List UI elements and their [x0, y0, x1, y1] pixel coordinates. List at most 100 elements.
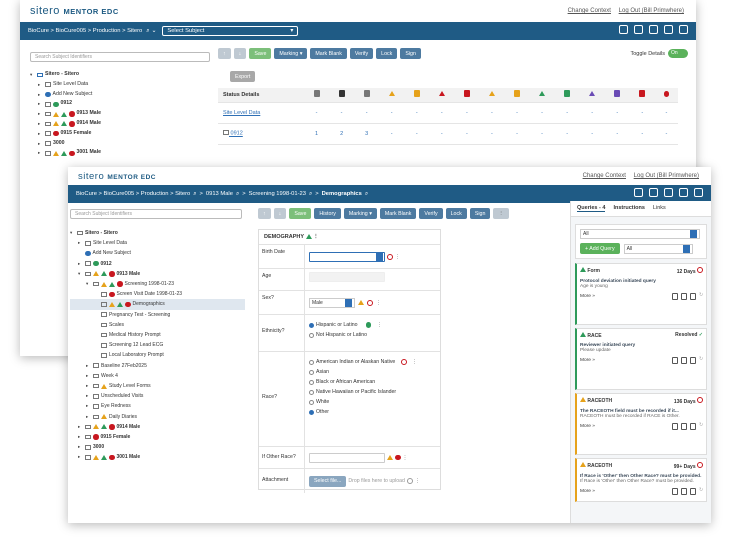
query-status-select[interactable]: All	[623, 243, 693, 254]
select-file-button[interactable]: Select file...	[309, 475, 347, 487]
document-icon[interactable]	[680, 357, 687, 364]
radio-race-2[interactable]: Black or African American	[309, 379, 436, 385]
radio-race-3[interactable]: Native Hawaiian or Pacific Islander	[309, 389, 436, 395]
lock-button[interactable]: Lock	[445, 208, 467, 219]
expand-icon[interactable]: ▸	[78, 422, 83, 432]
up-button[interactable]: ↑	[258, 208, 271, 219]
settings-icon[interactable]	[679, 25, 688, 34]
calendar-icon[interactable]	[376, 252, 383, 261]
expand-icon[interactable]: ▸	[38, 80, 43, 90]
more-menu-button[interactable]: ⋮	[493, 208, 509, 219]
radio-button[interactable]	[309, 399, 314, 405]
expand-icon[interactable]: ▸	[38, 109, 43, 119]
print-icon[interactable]	[671, 293, 678, 300]
document-icon[interactable]	[634, 25, 643, 34]
query-icon[interactable]	[367, 299, 373, 306]
down-button[interactable]: ↓	[233, 48, 247, 59]
change-context-link[interactable]: Change Context	[568, 8, 611, 14]
more-icon[interactable]: ⋮	[403, 455, 408, 461]
search-input[interactable]: Search Subject Identifiers	[70, 209, 242, 219]
more-icon[interactable]: ⋮	[377, 322, 382, 328]
tools-icon[interactable]	[634, 188, 643, 197]
tree-item[interactable]: Add New Subject	[70, 248, 245, 258]
tree-item[interactable]: ▸ 0912	[30, 99, 210, 109]
expand-icon[interactable]: ▸	[78, 442, 83, 452]
refresh-icon[interactable]: ↻	[699, 293, 703, 300]
chevron-down-icon[interactable]: ⌄	[151, 28, 156, 34]
verify-button[interactable]: Verify	[419, 208, 443, 219]
tree-item[interactable]: ▾ Sitero - Sitero	[70, 228, 245, 238]
document-icon[interactable]	[680, 293, 687, 300]
more-icon[interactable]: ⋮	[412, 359, 417, 365]
tree-item[interactable]: ▾ 0913 Male	[70, 269, 245, 279]
query-icon[interactable]	[400, 359, 407, 365]
document-icon[interactable]	[649, 188, 658, 197]
save-button[interactable]: Save	[249, 48, 272, 59]
tree-item[interactable]: ▸ 0912	[70, 259, 245, 269]
tree-item[interactable]: Screening 12 Lead ECG	[70, 340, 245, 350]
radio-hispanic[interactable]: Hispanic or Latino ⋮	[309, 322, 436, 328]
save-icon[interactable]	[649, 25, 658, 34]
sex-select[interactable]: Male	[309, 297, 355, 308]
tree-item[interactable]: ▸ 3001 Male	[70, 452, 245, 462]
settings-icon[interactable]	[694, 188, 703, 197]
expand-icon[interactable]: ▸	[78, 259, 83, 269]
edit-icon[interactable]	[689, 293, 696, 300]
tree-item[interactable]: Demographics	[70, 299, 245, 310]
radio-race-5[interactable]: Other	[309, 409, 436, 415]
more-link[interactable]: More »	[580, 424, 595, 429]
history-button[interactable]: History	[314, 208, 341, 219]
more-link[interactable]: More »	[580, 358, 595, 363]
drop-zone[interactable]: Drop files here to upload	[348, 478, 405, 484]
mark-blank-button[interactable]: Mark Blank	[310, 48, 347, 59]
tree-item[interactable]: ▸ 0915 Female	[70, 432, 245, 442]
radio-button[interactable]	[309, 389, 314, 395]
print-icon[interactable]	[671, 488, 678, 495]
change-context-link[interactable]: Change Context	[583, 173, 626, 179]
marking-button[interactable]: Marking ▾	[274, 48, 308, 59]
tree-item[interactable]: ▸ 3000	[30, 139, 210, 149]
query-filter-select[interactable]: All	[580, 229, 700, 239]
expand-icon[interactable]: ▸	[86, 401, 91, 411]
save-button[interactable]: Save	[289, 208, 312, 219]
radio-not-hispanic[interactable]: Not Hispanic or Latino	[309, 332, 436, 338]
tree-item[interactable]: ▸ Site Level Data	[30, 80, 210, 90]
tree-item[interactable]: ▸ 0915 Female	[30, 129, 210, 139]
edit-icon[interactable]	[689, 423, 696, 430]
search-icon[interactable]: ⌕	[236, 191, 239, 198]
tree-item[interactable]: ▸ Daily Diaries	[70, 412, 245, 422]
tree-item[interactable]: ▾ Sitero - Sitero	[30, 70, 210, 80]
tree-item[interactable]: Local Laboratory Prompt	[70, 350, 245, 360]
breadcrumb-form[interactable]: Demographics	[322, 191, 362, 197]
more-link[interactable]: More »	[580, 294, 595, 299]
tools-icon[interactable]	[619, 25, 628, 34]
print-icon[interactable]	[671, 357, 678, 364]
up-button[interactable]: ↑	[218, 48, 231, 59]
tree-item[interactable]: Screen Visit Date 1998-01-23	[70, 289, 245, 299]
expand-icon[interactable]: ▾	[78, 269, 83, 279]
query-icon[interactable]	[387, 253, 393, 260]
cell[interactable]: 1	[304, 123, 330, 145]
add-query-button[interactable]: + Add Query	[580, 243, 620, 254]
tree-item[interactable]: ▸ 0914 Male	[70, 422, 245, 432]
verify-button[interactable]: Verify	[349, 48, 374, 59]
radio-button[interactable]	[309, 359, 314, 365]
radio-race-4[interactable]: White	[309, 399, 436, 405]
export-button[interactable]: Export	[230, 71, 256, 82]
query-card[interactable]: RACEOTH 99+ Days If Race is 'Other' then …	[575, 458, 707, 502]
expand-icon[interactable]: ▸	[38, 129, 43, 139]
expand-icon[interactable]: ▸	[86, 391, 91, 401]
expand-icon[interactable]: ▸	[38, 90, 43, 100]
other-race-input[interactable]	[309, 452, 385, 463]
down-button[interactable]: ↓	[273, 208, 287, 219]
expand-icon[interactable]: ▸	[86, 371, 91, 381]
radio-button[interactable]	[309, 379, 314, 385]
radio-button[interactable]	[309, 332, 314, 338]
birth-date-input[interactable]	[309, 251, 385, 262]
tree-item[interactable]: ▸ 3000	[70, 442, 245, 452]
cell[interactable]: 2	[329, 123, 355, 145]
radio-button[interactable]	[309, 409, 314, 415]
expand-icon[interactable]: ▸	[78, 238, 83, 248]
tab-links[interactable]: Links	[653, 205, 666, 212]
logout-link[interactable]: Log Out (Bill Primwhere)	[619, 8, 684, 14]
